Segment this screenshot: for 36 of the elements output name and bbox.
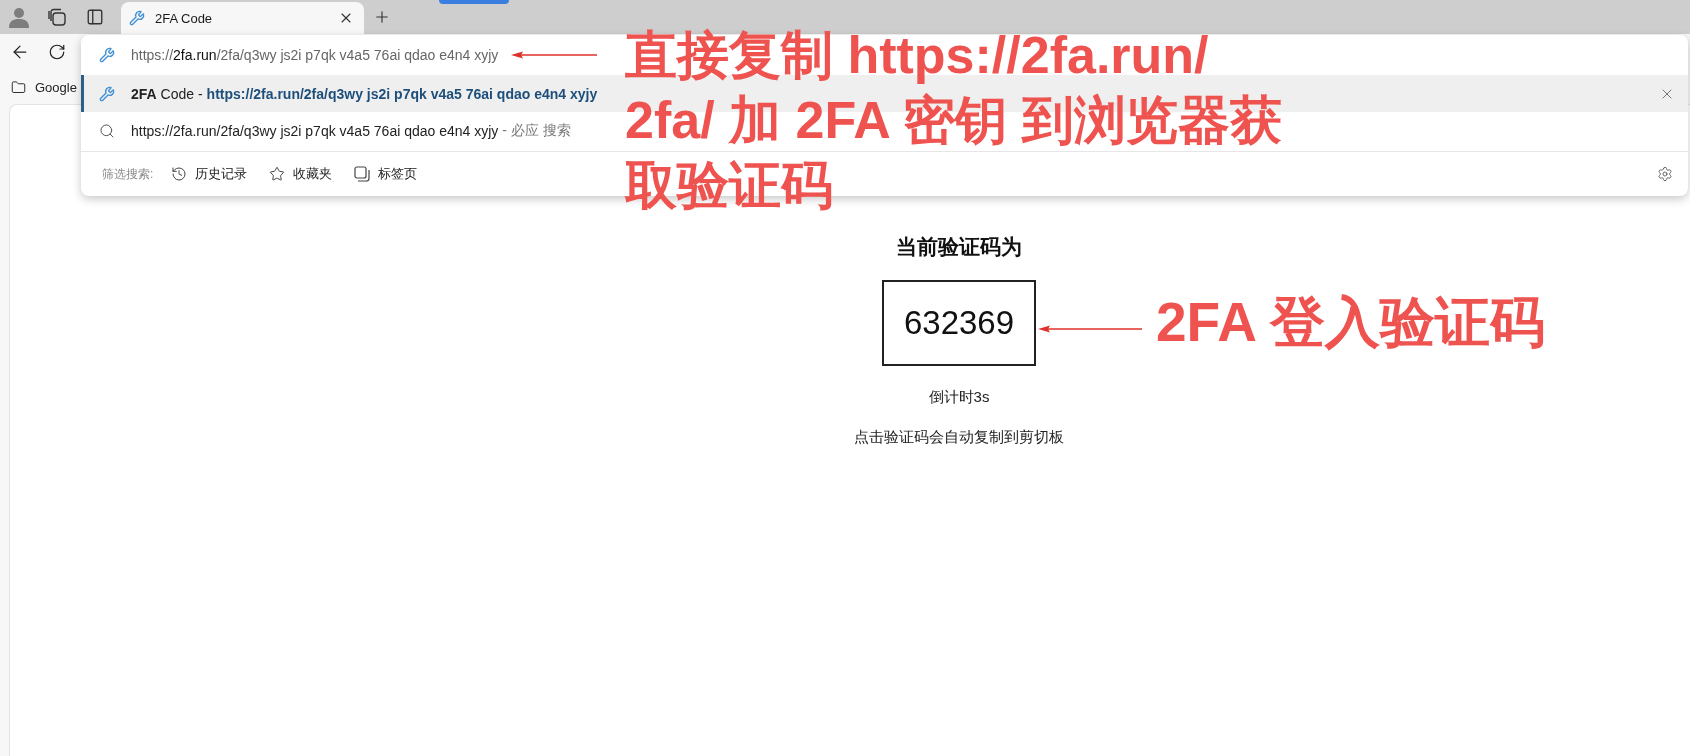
indicator-pill [439, 0, 509, 4]
sidebar-panel-icon [86, 8, 104, 26]
search-icon [99, 122, 115, 139]
filter-label: 筛选搜索: [102, 165, 154, 183]
settings-icon [1657, 166, 1673, 182]
copy-hint: 点击验证码会自动复制到剪切板 [854, 427, 1064, 447]
filter-button[interactable]: 历史记录 [167, 160, 252, 188]
search-engine-label: - 必应 搜索 [502, 121, 571, 140]
reload-icon [48, 43, 66, 61]
settings-button[interactable] [1655, 164, 1675, 184]
suggestion-item[interactable]: https://2fa.run/2fa/q3wy js2i p7qk v4a5 76ai qdao e4n4 xyjy - 必应 搜索 [84, 112, 575, 149]
folder-icon [11, 79, 26, 95]
history-icon [171, 166, 188, 182]
browser-tab[interactable]: 2FA Code [121, 2, 364, 34]
code-heading: 当前验证码为 [896, 234, 1022, 260]
suggestion-item[interactable]: 2FA Code - https://2fa.run/2fa/q3wy js2i p7qk v4a5 76ai qdao e4n4 xyjy [84, 75, 602, 112]
wrench-icon [99, 85, 115, 102]
search-query: https://2fa.run/2fa/q3wy js2i p7qk v4a5 76ai qdao e4n4 xyjy [131, 122, 499, 139]
suggestion-title: 2FA Code - [131, 85, 203, 102]
wrench-icon [99, 47, 115, 63]
tab-title: 2FA Code [155, 10, 214, 26]
verification-code[interactable]: 632369 [882, 280, 1036, 366]
suggestion-url: https://2fa.run/2fa/q3wy js2i p7qk v4a5 76ai qdao e4n4 xyjy [206, 85, 598, 102]
stacked-squares-icon [48, 8, 66, 26]
plus-icon [373, 8, 391, 26]
annotation-text: 2FA 登入验证码 [1156, 290, 1546, 355]
tabs-icon [354, 166, 371, 182]
address-field[interactable]: https://2fa.run/2fa/q3wy js2i p7qk v4a5 76ai qdao e4n4 xyjy [81, 35, 615, 75]
countdown-text: 倒计时3s [928, 387, 990, 407]
filter-button[interactable]: 收藏夹 [265, 160, 337, 188]
profile-icon [8, 6, 30, 28]
filter-button[interactable]: 标签页 [350, 160, 422, 188]
annotation-text: 直接复制 https://2fa.run/ 2fa/ 加 2FA 密钥 到浏览器获 取验证码 [625, 25, 1282, 216]
star-icon [269, 166, 286, 182]
bookmark-folder[interactable]: Google [5, 74, 83, 100]
wrench-icon [129, 10, 145, 26]
